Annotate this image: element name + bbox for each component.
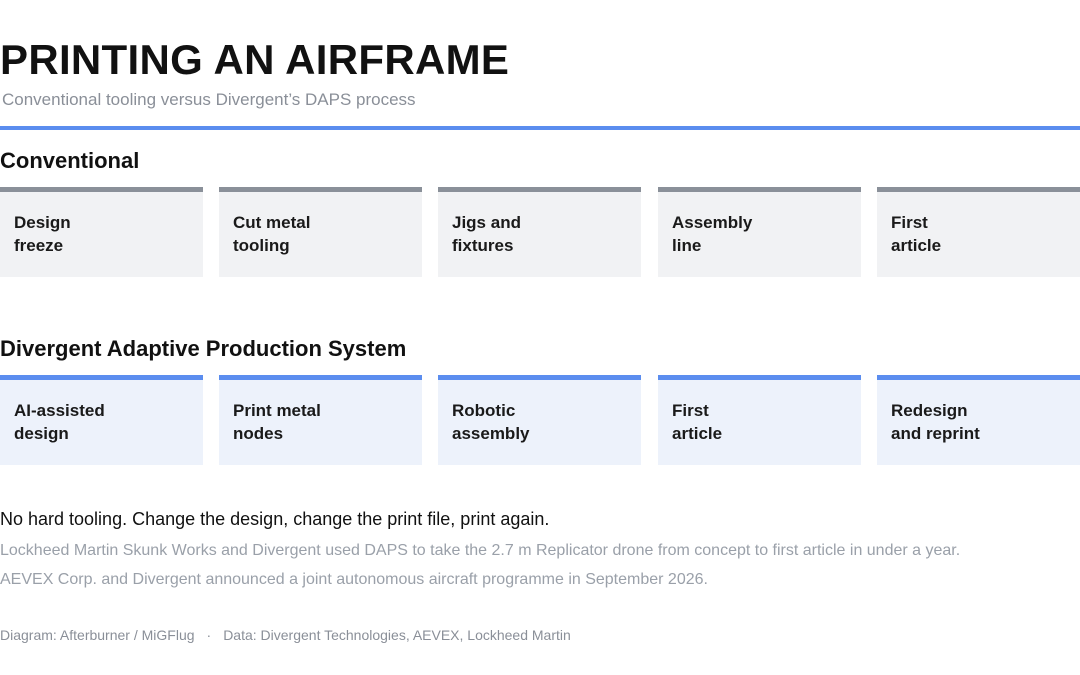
step-label: Print metal nodes	[233, 401, 321, 443]
step-label: Assembly line	[672, 213, 753, 255]
page-title: PRINTING AN AIRFRAME	[0, 36, 510, 83]
page-subtitle: Conventional tooling versus Divergent’s …	[2, 90, 416, 109]
note-skunk-works: Lockheed Martin Skunk Works and Divergen…	[0, 542, 961, 559]
daps-step: Print metal nodes	[219, 375, 422, 465]
conventional-heading: Conventional	[0, 148, 140, 173]
step-label: Cut metal tooling	[233, 213, 311, 255]
daps-process-row: AI-assisted design Print metal nodes Rob…	[0, 375, 1080, 465]
step-label: AI-assisted design	[14, 401, 105, 443]
header-divider	[0, 126, 1080, 130]
conventional-step: Assembly line	[658, 187, 861, 277]
footer-separator: ·	[206, 627, 212, 643]
step-label: Design freeze	[14, 213, 71, 255]
conventional-step: Design freeze	[0, 187, 203, 277]
daps-step: AI-assisted design	[0, 375, 203, 465]
daps-heading: Divergent Adaptive Production System	[0, 336, 407, 361]
conventional-step: Jigs and fixtures	[438, 187, 641, 277]
conventional-step: First article	[877, 187, 1080, 277]
daps-step: First article	[658, 375, 861, 465]
step-label: First article	[672, 401, 723, 443]
footer: Diagram: Afterburner / MiGFlug · Data: Div…	[0, 626, 571, 644]
tagline: No hard tooling. Change the design, chan…	[0, 509, 550, 529]
conventional-step: Cut metal tooling	[219, 187, 422, 277]
conventional-process-row: Design freeze Cut metal tooling Jigs and…	[0, 187, 1080, 277]
footer-credit: Diagram: Afterburner / MiGFlug	[0, 627, 195, 643]
note-aevex: AEVEX Corp. and Divergent announced a jo…	[0, 571, 708, 588]
daps-step: Redesign and reprint	[877, 375, 1080, 465]
step-label: Robotic assembly	[452, 401, 530, 443]
step-label: Jigs and fixtures	[452, 213, 521, 255]
step-label: First article	[891, 213, 942, 255]
daps-step: Robotic assembly	[438, 375, 641, 465]
footer-source: Data: Divergent Technologies, AEVEX, Loc…	[223, 627, 571, 643]
step-label: Redesign and reprint	[891, 401, 980, 443]
